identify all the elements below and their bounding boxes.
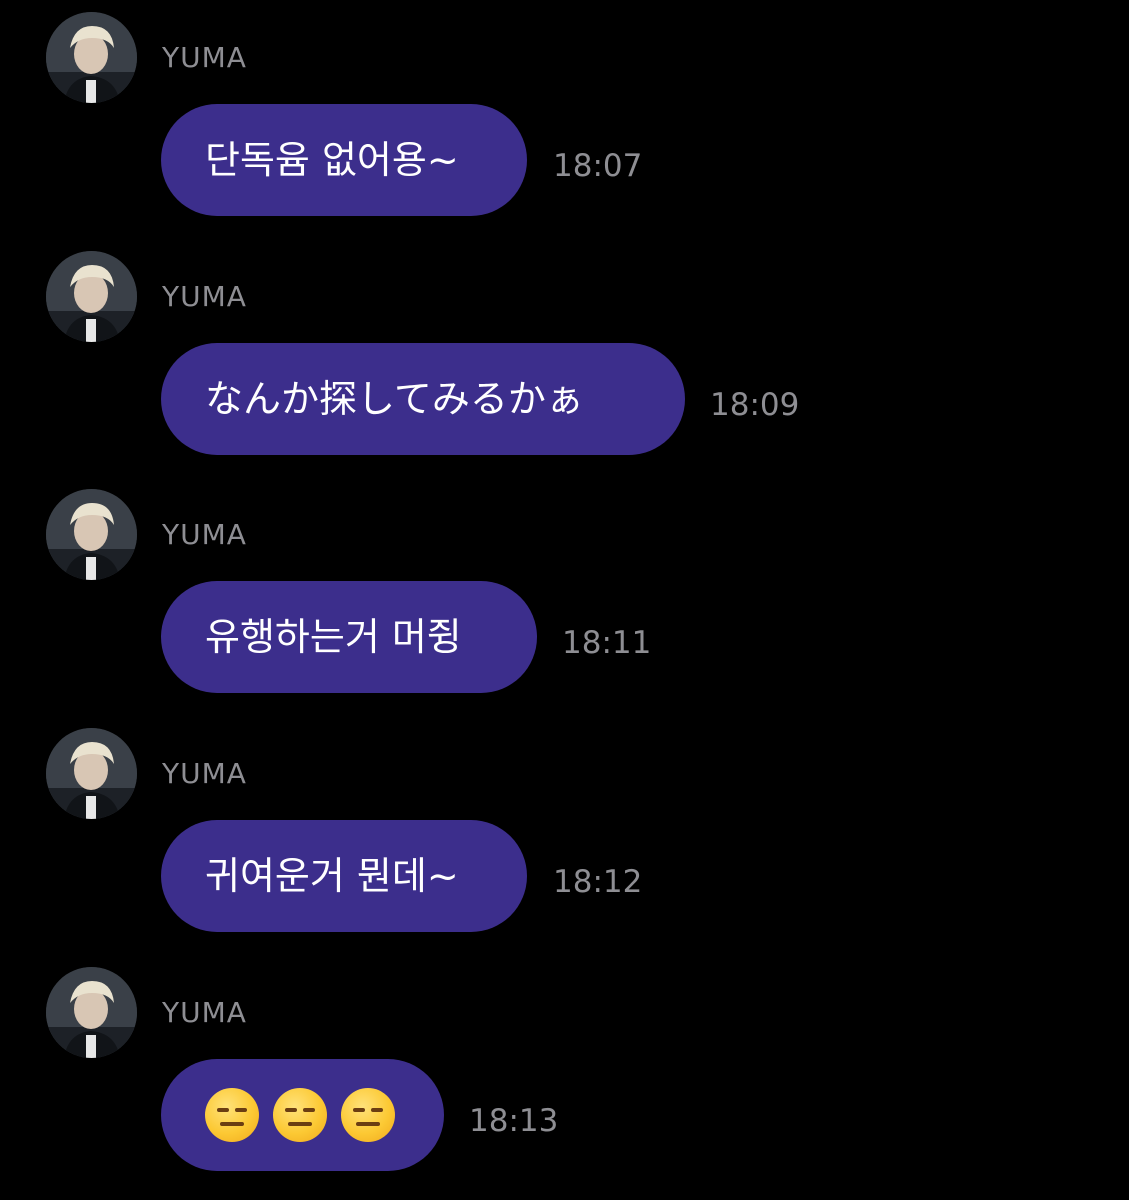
- message-time: 18:11: [562, 625, 652, 661]
- message-bubble[interactable]: [161, 1059, 444, 1171]
- expressionless-face-emoji-icon: [273, 1088, 327, 1142]
- profile-photo-icon: [46, 489, 137, 580]
- expressionless-face-emoji-icon: [205, 1088, 259, 1142]
- sender-name: YUMA: [162, 996, 247, 1029]
- message-text: 단독윰 없어용~: [205, 138, 459, 182]
- avatar[interactable]: [46, 251, 137, 342]
- message-time: 18:12: [553, 864, 643, 900]
- message-text: 유행하는거 머쥥: [205, 615, 462, 659]
- avatar[interactable]: [46, 967, 137, 1058]
- sender-name: YUMA: [162, 280, 247, 313]
- message-bubble[interactable]: 귀여운거 뭔데~: [161, 820, 527, 932]
- profile-photo-icon: [46, 967, 137, 1058]
- message-row: YUMA なんか探してみるかぁ 18:09: [0, 239, 1129, 459]
- avatar[interactable]: [46, 489, 137, 580]
- sender-name: YUMA: [162, 757, 247, 790]
- message-bubble[interactable]: なんか探してみるかぁ: [161, 343, 685, 455]
- chat-thread: YUMA 단독윰 없어용~ 18:07 YUMA なんか探してみるかぁ 18:0…: [0, 0, 1129, 1200]
- message-text: なんか探してみるかぁ: [205, 377, 584, 421]
- message-text: 귀여운거 뭔데~: [205, 854, 459, 898]
- expressionless-face-emoji-icon: [341, 1088, 395, 1142]
- message-row: YUMA 귀여운거 뭔데~ 18:12: [0, 716, 1129, 936]
- avatar[interactable]: [46, 728, 137, 819]
- message-bubble[interactable]: 유행하는거 머쥥: [161, 581, 537, 693]
- message-time: 18:13: [469, 1103, 559, 1139]
- profile-photo-icon: [46, 728, 137, 819]
- message-time: 18:09: [710, 387, 800, 423]
- message-row: YUMA 단독윰 없어용~ 18:07: [0, 0, 1129, 220]
- message-bubble[interactable]: 단독윰 없어용~: [161, 104, 527, 216]
- message-time: 18:07: [553, 148, 643, 184]
- emoji-message: [205, 1088, 395, 1142]
- sender-name: YUMA: [162, 518, 247, 551]
- profile-photo-icon: [46, 12, 137, 103]
- avatar[interactable]: [46, 12, 137, 103]
- message-row: YUMA 18:13: [0, 955, 1129, 1175]
- profile-photo-icon: [46, 251, 137, 342]
- message-row: YUMA 유행하는거 머쥥 18:11: [0, 477, 1129, 697]
- sender-name: YUMA: [162, 41, 247, 74]
